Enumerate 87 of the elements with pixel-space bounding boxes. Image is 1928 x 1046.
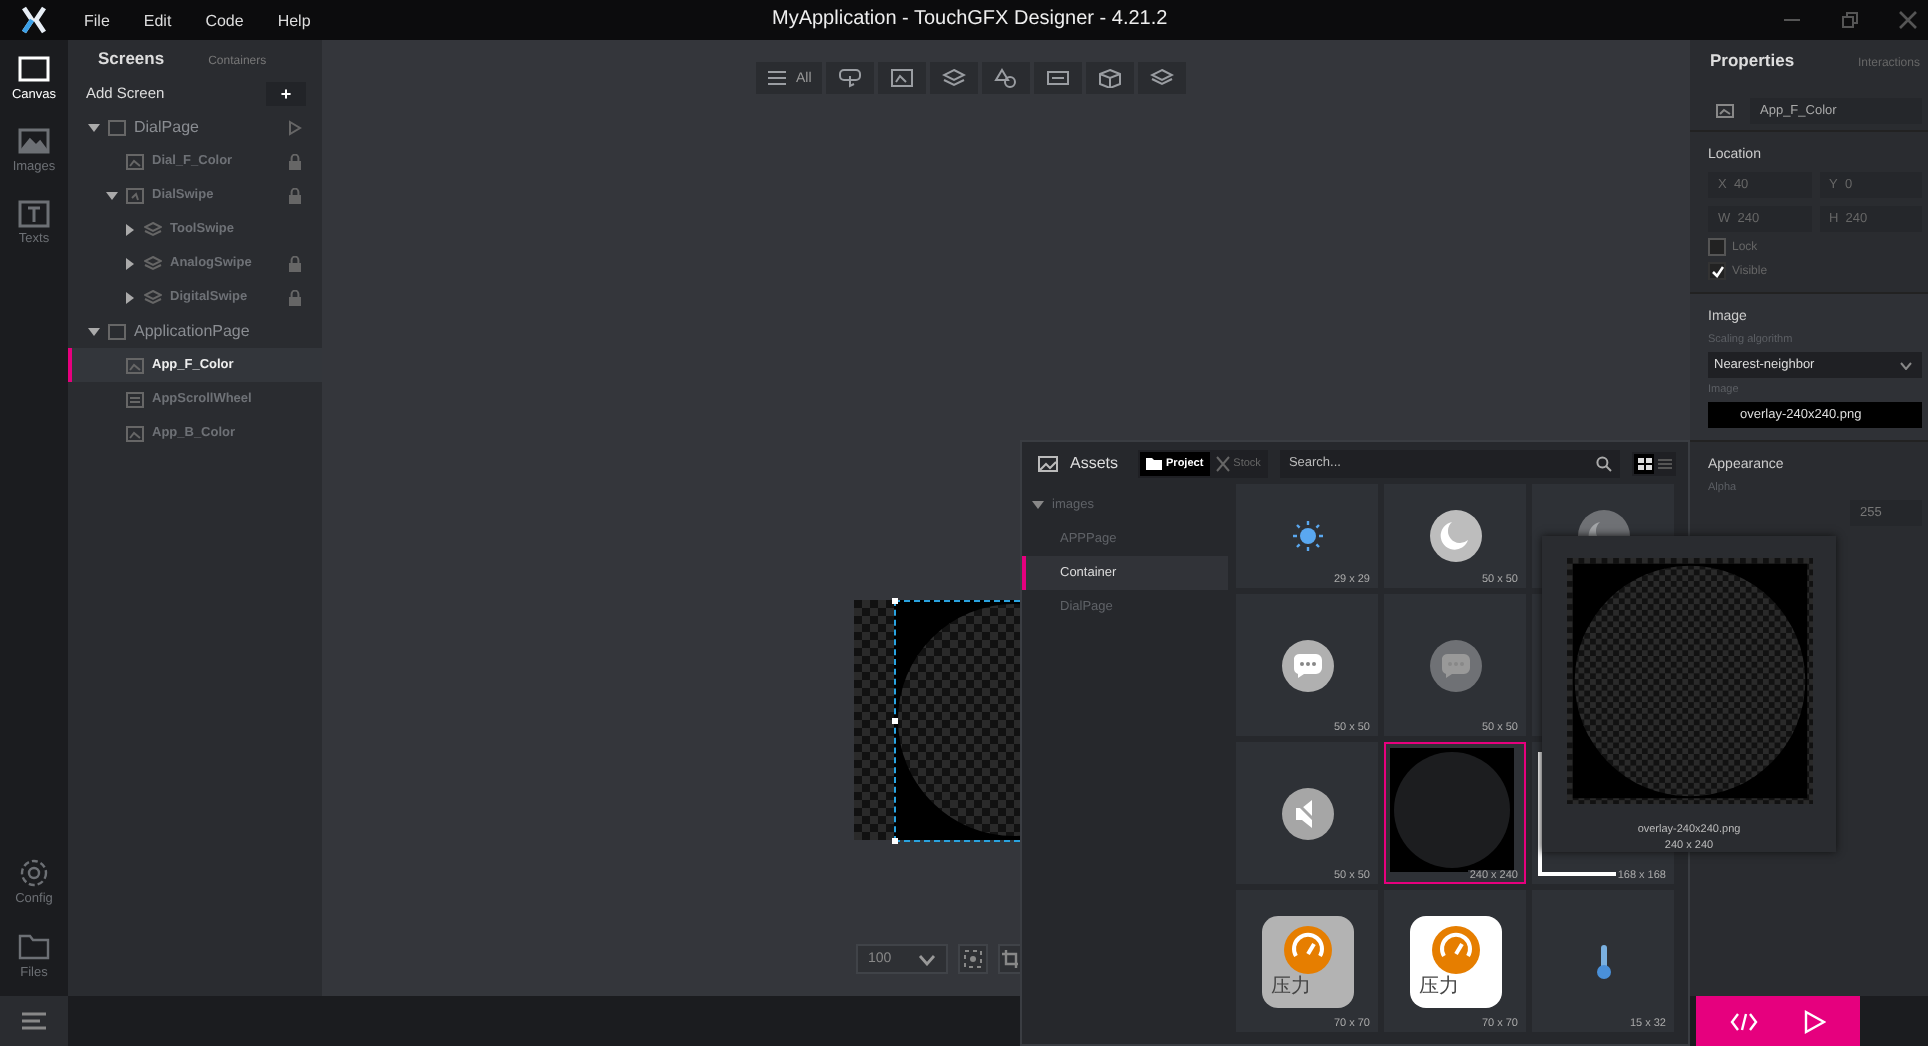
image-icon [1038,455,1058,471]
widget-group-button[interactable] [1033,62,1082,94]
widget-icon [126,391,144,407]
sun-icon [1291,520,1323,552]
thermometer-icon [1595,943,1611,979]
chevron-down-icon [1900,361,1912,369]
interaction-icon [837,68,862,88]
menu-item[interactable]: Edit [143,11,172,29]
close-icon[interactable] [1898,10,1918,30]
chevron-down-icon [918,953,936,965]
layers-icon [1149,68,1174,88]
grid-view-button[interactable] [1634,453,1654,473]
image-icon [18,128,50,156]
chat-icon [1281,639,1333,691]
widget-icon [126,425,144,441]
menu-icon[interactable] [22,1012,46,1030]
image-widget-icon [1716,103,1734,117]
menu-item[interactable]: Help [277,11,311,29]
caret-icon[interactable] [88,121,100,133]
checkbox[interactable] [1708,238,1726,256]
widget-group-button[interactable] [1085,62,1134,94]
caret-icon[interactable] [106,189,118,201]
crop-button[interactable] [998,944,1020,974]
layers-icon [144,221,162,237]
layers-icon [144,289,162,305]
widget-group-button[interactable] [929,62,978,94]
grid-icon [1637,457,1651,469]
folder-icon [18,932,50,962]
screen-icon [108,119,126,135]
list-icon [1657,457,1671,469]
icon-caption: 压力 [1419,975,1459,997]
menu-item[interactable]: Code [205,11,244,29]
checkbox[interactable] [1708,262,1726,280]
canvas-icon [18,56,50,84]
run-button[interactable] [1696,996,1860,1046]
lock-icon[interactable] [288,187,302,203]
caret-icon[interactable] [124,291,136,303]
widget-icon [126,187,144,203]
search-icon [1596,455,1612,471]
fit-button[interactable] [958,944,988,974]
panel-tab[interactable]: Properties [1710,50,1795,70]
widget-group-button[interactable] [877,62,926,94]
lock-icon[interactable] [288,153,302,169]
settings-icon [18,858,50,888]
circle-image [1390,748,1514,872]
cube-icon [1097,68,1122,88]
widget-group-button[interactable] [825,62,874,94]
window-title: MyApplication - TouchGFX Designer - 4.21.2 [772,8,1168,30]
lock-icon[interactable] [288,289,302,305]
container-icon [941,68,966,88]
caret-icon[interactable] [124,223,136,235]
text-icon [18,200,50,228]
logo-icon [22,6,46,34]
tree-item[interactable]: DialPage [68,110,322,144]
menu-icon [766,68,790,88]
lock-icon[interactable] [288,255,302,271]
widget-icon [126,153,144,169]
caret-icon[interactable] [124,257,136,269]
play-icon [1802,1009,1826,1033]
add-screen-button[interactable]: + [266,81,306,105]
cross-icon [1215,455,1230,471]
caret-icon[interactable] [88,325,100,337]
image-icon [889,68,914,88]
gauge-icon [1283,925,1331,973]
panel-tab[interactable]: Screens [98,48,165,68]
restore-icon[interactable] [1840,10,1860,30]
moon-icon [1429,510,1481,562]
screen-icon [108,323,126,339]
widget-icon [126,357,144,373]
icon-caption: 压力 [1271,975,1311,997]
misc-icon [1045,68,1070,88]
panel-title: Assets [1070,454,1119,472]
mute-icon [1281,787,1333,839]
corner-image [1538,752,1622,876]
caret-icon[interactable] [1032,500,1044,510]
folder-icon [1146,457,1163,469]
crop-icon [1002,950,1018,968]
shapes-icon [993,68,1018,88]
widget-group-button[interactable] [1137,62,1186,94]
gauge-icon [1431,925,1479,973]
tree-item[interactable]: ApplicationPage [68,314,322,348]
menu-item[interactable]: File [84,11,110,29]
chat-icon [1429,639,1481,691]
widget-group-button[interactable] [981,62,1030,94]
focus-icon [964,950,982,968]
code-icon [1730,1011,1758,1031]
layers-icon [144,255,162,271]
